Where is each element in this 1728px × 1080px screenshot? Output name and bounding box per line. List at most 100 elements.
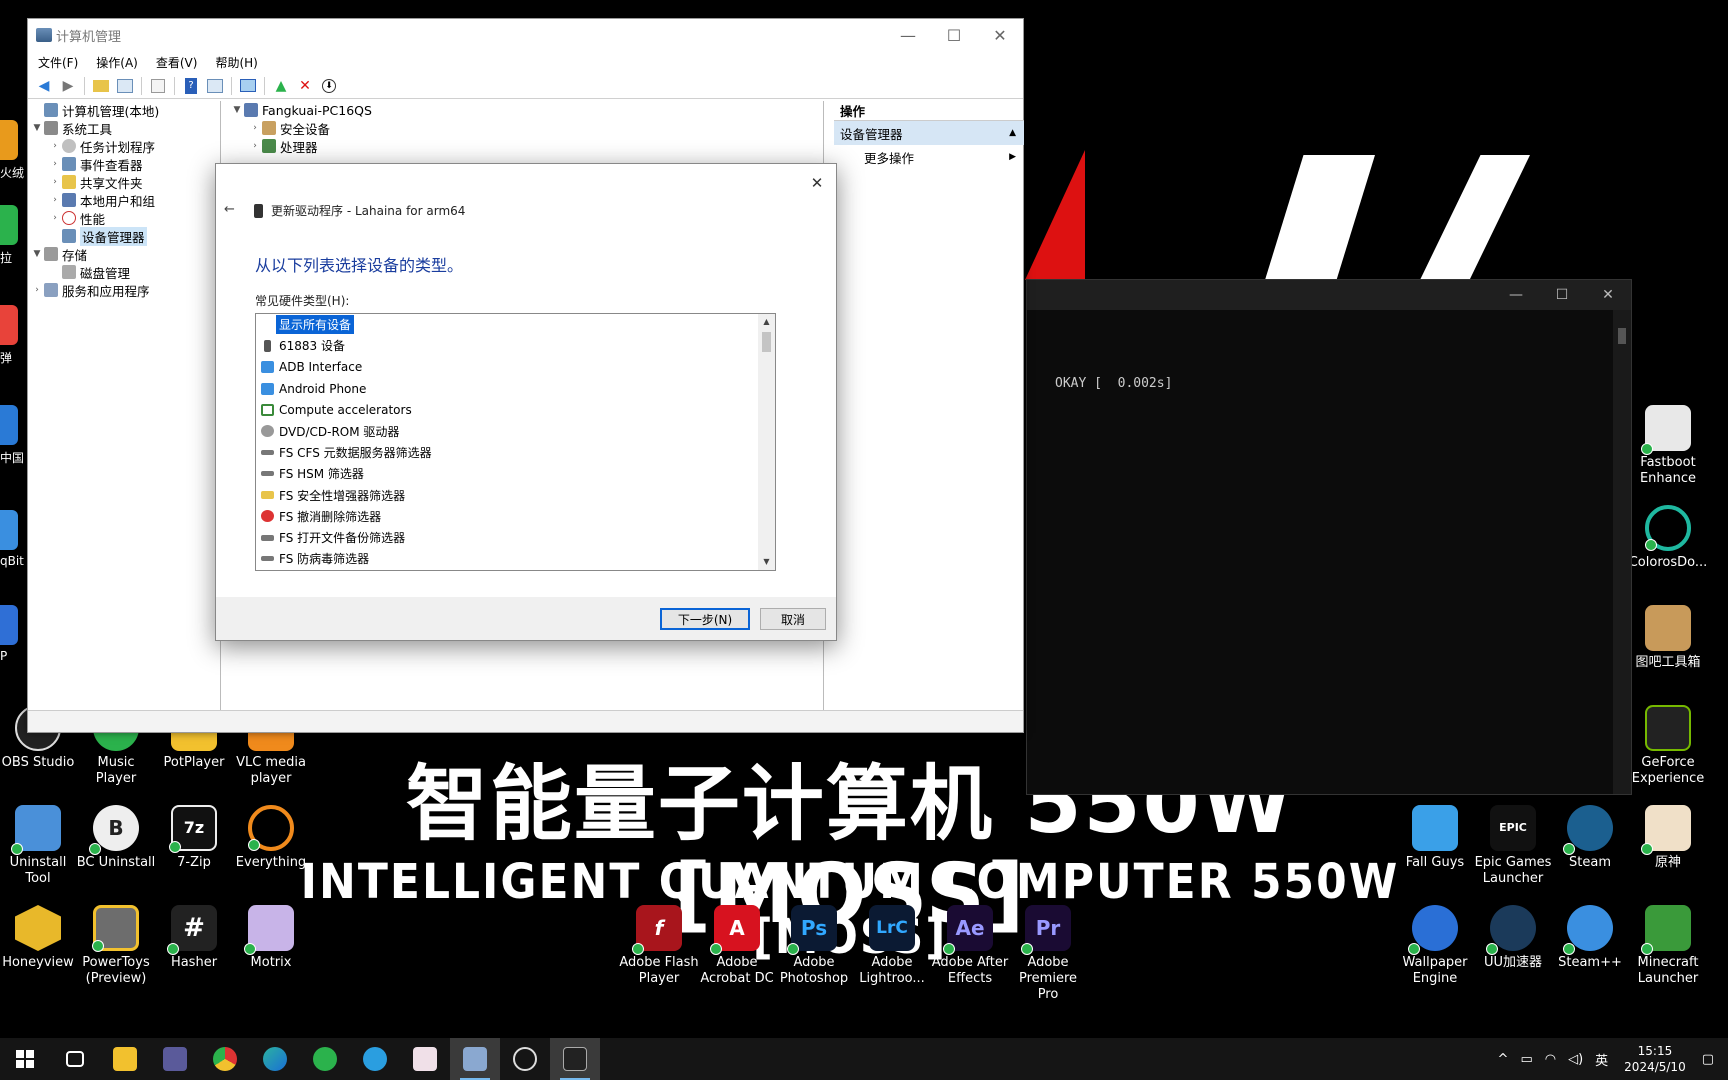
taskbar-file-explorer[interactable] (100, 1038, 150, 1080)
chevron-right-icon[interactable]: › (48, 159, 62, 169)
taskbar-app-cat[interactable] (150, 1038, 200, 1080)
chevron-right-icon[interactable]: › (248, 141, 262, 151)
desktop-icon-bc-uninstall[interactable]: B BC Uninstall (76, 805, 156, 871)
properties-icon[interactable] (148, 76, 168, 96)
add-driver-icon[interactable]: ▲ (271, 76, 291, 96)
wifi-icon[interactable]: ◠ (1545, 1052, 1556, 1067)
desktop-icon-p[interactable]: P (0, 605, 30, 663)
list-item[interactable]: 显示所有设备 (256, 314, 775, 335)
hardware-type-list[interactable]: 显示所有设备 61883 设备 ADB Interface Android Ph… (255, 313, 776, 571)
desktop-icon-everything[interactable]: Everything (231, 805, 311, 871)
list-item[interactable]: FS 撤消删除筛选器 (256, 506, 775, 527)
uninstall-device-icon[interactable]: ✕ (295, 76, 315, 96)
help-icon[interactable]: ? (181, 76, 201, 96)
list-item[interactable]: FS 防病毒筛选器 (256, 548, 775, 569)
taskbar-edge[interactable] (250, 1038, 300, 1080)
desktop-icon-uu-accelerator[interactable]: UU加速器 (1473, 905, 1553, 971)
scroll-down-icon[interactable]: ▼ (758, 554, 775, 570)
clock[interactable]: 15:15 2024/5/10 (1624, 1043, 1686, 1075)
console-scrollbar[interactable] (1613, 310, 1631, 794)
show-hide-tree-icon[interactable] (115, 76, 135, 96)
list-item[interactable]: Compute accelerators (256, 399, 775, 420)
desktop-icon-powertoys[interactable]: PowerToys (Preview) (76, 905, 156, 987)
console-maximize-button[interactable]: ☐ (1539, 280, 1585, 310)
list-item[interactable]: FS CFS 元数据服务器筛选器 (256, 442, 775, 463)
actions-more[interactable]: 更多操作 ▶ (834, 145, 1024, 169)
up-folder-icon[interactable] (91, 76, 111, 96)
desktop-icon-dan[interactable]: 弹 (0, 305, 30, 366)
list-item[interactable]: FS 安全性增强器筛选器 (256, 484, 775, 505)
minimize-button[interactable]: — (885, 19, 931, 51)
desktop-icon-adobe-after-effects[interactable]: Ae Adobe After Effects (930, 905, 1010, 987)
battery-icon[interactable]: ▭ (1520, 1052, 1532, 1067)
scan-hardware-icon[interactable] (238, 76, 258, 96)
chevron-right-icon[interactable]: › (248, 123, 262, 133)
menu-help[interactable]: 帮助(H) (215, 54, 257, 71)
desktop-icon-genshin[interactable]: 原神 (1628, 805, 1708, 871)
taskbar-computer-management[interactable] (450, 1038, 500, 1080)
desktop-icon-adobe-flash[interactable]: f Adobe Flash Player (619, 905, 699, 987)
actions-section-device-manager[interactable]: 设备管理器 ▲ (834, 121, 1024, 145)
device-category-processors[interactable]: › 处理器 (224, 137, 823, 155)
chevron-right-icon[interactable]: › (48, 141, 62, 151)
desktop-icon-geforce[interactable]: GeForce Experience (1628, 705, 1708, 787)
desktop-icon-adobe-premiere[interactable]: Pr Adobe Premiere Pro (1008, 905, 1088, 1003)
desktop-icon-7zip[interactable]: 7z 7-Zip (154, 805, 234, 871)
tree-item-storage[interactable]: ▼ 存储 (28, 245, 220, 263)
menu-view[interactable]: 查看(V) (156, 54, 198, 71)
taskbar-telegram[interactable] (350, 1038, 400, 1080)
update-driver-icon[interactable]: ⬇ (319, 76, 339, 96)
tree-item-event-viewer[interactable]: › 事件查看器 (28, 155, 220, 173)
next-button[interactable]: 下一步(N) (660, 608, 750, 630)
console-titlebar[interactable]: — ☐ ✕ (1027, 280, 1631, 310)
taskbar-wechat[interactable] (300, 1038, 350, 1080)
chevron-right-icon[interactable]: › (48, 195, 62, 205)
console-close-button[interactable]: ✕ (1585, 280, 1631, 310)
chevron-down-icon[interactable]: ▼ (230, 105, 244, 115)
menu-file[interactable]: 文件(F) (38, 54, 78, 71)
taskbar-chrome[interactable] (200, 1038, 250, 1080)
desktop-icon-zhongguo[interactable]: 中国 (0, 405, 30, 466)
window-titlebar[interactable]: 计算机管理 (28, 19, 1023, 51)
desktop-icon-steam[interactable]: Steam (1550, 805, 1630, 871)
list-item[interactable]: Android Phone (256, 378, 775, 399)
update-driver-dialog[interactable]: ✕ ← 更新驱动程序 - Lahaina for arm64 从以下列表选择设备… (215, 163, 837, 641)
desktop-icon-adobe-photoshop[interactable]: Ps Adobe Photoshop (774, 905, 854, 987)
tree-item-root[interactable]: 计算机管理(本地) (28, 101, 220, 119)
tree-item-disk-management[interactable]: 磁盘管理 (28, 263, 220, 281)
scrollbar-thumb[interactable] (762, 332, 771, 352)
tree-item-local-users[interactable]: › 本地用户和组 (28, 191, 220, 209)
desktop-icon-epic-games[interactable]: EPIC Epic Games Launcher (1473, 805, 1553, 887)
desktop-icon-uninstall-tool[interactable]: Uninstall Tool (0, 805, 78, 887)
desktop-icon-qbit[interactable]: qBit (0, 510, 30, 568)
ime-indicator[interactable]: 英 (1595, 1050, 1608, 1069)
desktop-icon-huorong[interactable]: 火绒 (0, 120, 30, 181)
forward-arrow-icon[interactable]: ▶ (58, 76, 78, 96)
maximize-button[interactable]: ☐ (931, 19, 977, 51)
desktop-icon-fall-guys[interactable]: Fall Guys (1395, 805, 1475, 871)
close-button[interactable]: ✕ (977, 19, 1023, 51)
start-button[interactable] (0, 1038, 50, 1080)
chevron-up-icon[interactable]: ^ (1498, 1052, 1509, 1067)
device-tree-root[interactable]: ▼ Fangkuai-PC16QS (224, 101, 823, 119)
desktop-icon-wallpaper-engine[interactable]: Wallpaper Engine (1395, 905, 1475, 987)
desktop-icon-adobe-acrobat[interactable]: A Adobe Acrobat DC (697, 905, 777, 987)
device-category-security[interactable]: › 安全设备 (224, 119, 823, 137)
volume-icon[interactable]: ◁) (1568, 1052, 1583, 1067)
list-item[interactable]: FS 打开文件备份筛选器 (256, 527, 775, 548)
chevron-down-icon[interactable]: ▼ (30, 123, 44, 133)
list-scrollbar[interactable]: ▲ ▼ (758, 314, 775, 570)
tree-item-shared-folders[interactable]: › 共享文件夹 (28, 173, 220, 191)
list-item[interactable]: FS HSM 筛选器 (256, 463, 775, 484)
taskbar-terminal[interactable] (550, 1038, 600, 1080)
list-item[interactable]: ADB Interface (256, 357, 775, 378)
desktop-icon-hasher[interactable]: # Hasher (154, 905, 234, 971)
action-pane-icon[interactable] (205, 76, 225, 96)
console-window[interactable]: — ☐ ✕ OKAY [ 0.002s] (1026, 279, 1632, 795)
collapse-icon[interactable]: ▲ (1009, 128, 1016, 138)
console-minimize-button[interactable]: — (1493, 280, 1539, 310)
chevron-right-icon[interactable]: › (48, 213, 62, 223)
desktop-icon-la[interactable]: 拉 (0, 205, 30, 266)
back-arrow-icon[interactable]: ← (224, 202, 240, 218)
list-item[interactable]: DVD/CD-ROM 驱动器 (256, 420, 775, 441)
